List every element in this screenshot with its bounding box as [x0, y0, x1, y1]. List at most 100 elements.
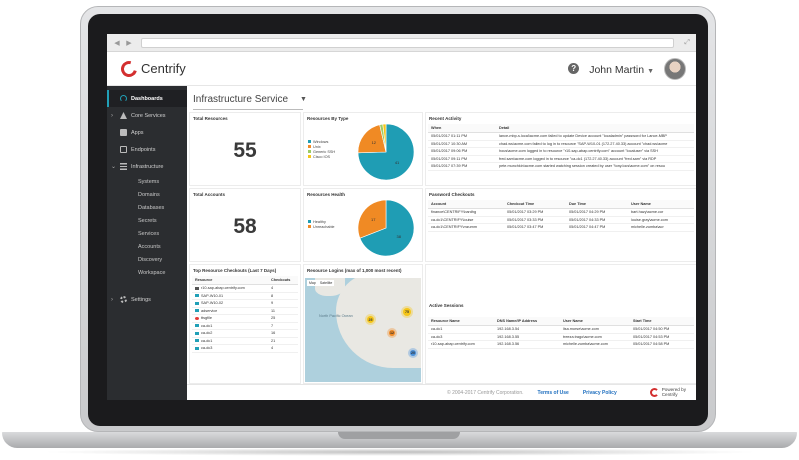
screen: ◀ ▶ ⤢ Centrify ? John Martin ▼ Dashboards…	[107, 34, 696, 400]
endpoints-icon	[120, 146, 127, 153]
widget-title: Resource Logins (max of 1,000 most recen…	[307, 268, 402, 273]
sidebar-subitem-databases[interactable]: Databases	[107, 201, 187, 214]
sidebar-subitem-accounts[interactable]: Accounts	[107, 240, 187, 253]
apps-icon	[120, 129, 127, 136]
resources-health-pie[interactable]: 38 17	[356, 198, 416, 258]
laptop-notch	[338, 432, 460, 439]
sidebar-subitem-domains[interactable]: Domains	[107, 188, 187, 201]
resources-by-type-pie[interactable]: 41 12	[356, 122, 416, 182]
sidebar-subitem-systems[interactable]: Systems	[107, 175, 187, 188]
table-row[interactable]: ca-dc1 21	[192, 337, 298, 345]
column-header[interactable]: Checkout Time	[504, 200, 566, 209]
windows-icon	[195, 309, 199, 313]
table-row[interactable]: adservice 11	[192, 307, 298, 315]
table-row[interactable]: ca-dc2 16	[192, 329, 298, 338]
table-row[interactable]: ca-dc1 7	[192, 322, 298, 330]
terms-link[interactable]: Terms of Use	[538, 390, 569, 396]
dashboard-icon	[120, 95, 127, 102]
resources-health-widget: Resources Health Healthy Unreachable 38 1…	[303, 188, 423, 262]
sidebar-subitem-services[interactable]: Services	[107, 227, 187, 240]
user-menu[interactable]: John Martin ▼	[589, 60, 654, 78]
chevron-down-icon: ▼	[300, 96, 307, 103]
sidebar: Dashboards › Core Services Apps Endpoint…	[107, 86, 187, 400]
column-header[interactable]: Start Time	[630, 317, 694, 326]
column-header[interactable]: Resource Name	[428, 317, 494, 326]
legend-item: Cisco IOS	[308, 154, 335, 159]
sidebar-subitem-secrets[interactable]: Secrets	[107, 214, 187, 227]
recent-activity-table: When Detail 05/01/2017 01:11 PM lance-mbp…	[428, 124, 694, 171]
column-header[interactable]: User Name	[628, 200, 694, 209]
help-icon[interactable]: ?	[568, 63, 580, 74]
table-row[interactable]: r10-sap-abap.centrify.com 4	[192, 284, 298, 293]
centrify-logo-icon	[118, 57, 140, 80]
widget-title: Resources By Type	[307, 116, 349, 121]
centrify-logo-icon	[649, 387, 659, 397]
resource-logins-widget: Resource Logins (max of 1,000 most recen…	[303, 264, 423, 384]
sidebar-item-label: Apps	[131, 129, 144, 136]
tab-map[interactable]: Map	[309, 281, 316, 285]
forward-icon[interactable]: ▶	[125, 39, 133, 47]
pie-slice-label: 17	[371, 217, 376, 222]
table-row[interactable]: 05/01/2017 07:39 PM pete.munchkin\acme.co…	[428, 162, 694, 171]
table-row[interactable]: ttsgfile 25	[192, 314, 298, 323]
map-cluster[interactable]: 20	[410, 350, 416, 356]
sidebar-subitem-workspace[interactable]: Workspace	[107, 266, 187, 279]
windows-icon	[195, 301, 199, 305]
table-row[interactable]: 05/01/2017 01:11 PM lance-mbp-s.local\acm…	[428, 132, 694, 141]
legend-item: Generic SSH	[308, 149, 335, 154]
map-cluster[interactable]: 75	[403, 308, 411, 316]
column-header[interactable]: Checkouts	[268, 276, 298, 285]
app-header: Centrify ? John Martin ▼	[107, 52, 696, 86]
table-row[interactable]: 05/01/2017 09:06 PM hous\acme.com logged …	[428, 147, 694, 156]
sidebar-item-label: Endpoints	[131, 146, 156, 153]
widget-title: Total Accounts	[193, 192, 226, 197]
table-row[interactable]: SAP-W10-02 9	[192, 299, 298, 308]
table-row[interactable]: ca-dc3 192.168.3.55 treeza.trago\acme.com 0…	[428, 333, 694, 341]
table-row[interactable]: ca-dc3 4	[192, 344, 298, 353]
table-row[interactable]: finance\CENTRIFY\bardhg 05/01/2017 03:29 …	[428, 208, 694, 217]
table-row[interactable]: r10-sap-abap.centrify.com 192.168.3.56 mic…	[428, 340, 694, 349]
map-cluster[interactable]: 12	[389, 330, 395, 336]
chevron-right-icon: ›	[111, 112, 113, 119]
expand-icon[interactable]: ⤢	[684, 39, 690, 47]
column-header[interactable]: DNS Name/IP Address	[494, 317, 560, 326]
windows-icon	[195, 294, 199, 298]
back-icon[interactable]: ◀	[113, 39, 121, 47]
table-row[interactable]: 05/01/2017 10:30 AM chad.ws\acme.com fail…	[428, 140, 694, 148]
map-label: North Pacific Ocean	[319, 314, 353, 318]
resources-by-type-widget: Resources By Type Windows Unix Generic S…	[303, 112, 423, 186]
password-checkouts-widget: Password Checkouts Account Checkout Time…	[425, 188, 696, 262]
table-row[interactable]: 05/01/2017 09:11 PM fred.sam\acme.com log…	[428, 155, 694, 163]
dashboard-selector[interactable]: Infrastructure Service ▼	[193, 94, 307, 105]
sidebar-item-infrastructure[interactable]: ⌄ Infrastructure	[107, 158, 187, 175]
powered-by-centrify[interactable]: Powered by Centrify	[649, 387, 686, 397]
centrify-logo[interactable]: Centrify	[118, 57, 186, 80]
column-header[interactable]: Due Time	[566, 200, 628, 209]
column-header[interactable]: When	[428, 124, 496, 133]
map-cluster[interactable]: 25	[367, 316, 374, 323]
table-row[interactable]: ca-dc1\CENTRIFY\mzumm 05/01/2017 03:47 PM…	[428, 223, 694, 232]
column-header[interactable]: Detail	[496, 124, 694, 133]
sidebar-item-apps[interactable]: Apps	[107, 124, 187, 141]
avatar[interactable]	[664, 57, 686, 80]
windows-icon	[195, 331, 199, 335]
sidebar-item-core-services[interactable]: › Core Services	[107, 107, 187, 124]
privacy-link[interactable]: Privacy Policy	[583, 390, 617, 396]
sidebar-subitem-discovery[interactable]: Discovery	[107, 253, 187, 266]
column-header[interactable]: Account	[428, 200, 504, 209]
map-type-tabs: Map Satellite	[307, 280, 335, 286]
sidebar-item-dashboards[interactable]: Dashboards	[107, 90, 187, 107]
widget-title: Top Resource Checkouts (Last 7 Days)	[193, 268, 277, 273]
table-row[interactable]: ca-dc1\CENTRIFY\louise 05/01/2017 03:33 P…	[428, 216, 694, 224]
sidebar-item-endpoints[interactable]: Endpoints	[107, 141, 187, 158]
logins-map[interactable]: Map Satellite North Pacific Ocean 75 25 …	[305, 278, 421, 382]
legend: Healthy Unreachable	[308, 219, 335, 229]
table-row[interactable]: ca-dc1 192.168.3.54 lisa.morse\acme.com 05/…	[428, 325, 694, 334]
sidebar-item-settings[interactable]: › Settings	[107, 291, 187, 308]
table-row[interactable]: SAP-W10-01 8	[192, 292, 298, 300]
windows-icon	[195, 346, 199, 350]
tab-satellite[interactable]: Satellite	[320, 281, 332, 285]
url-bar[interactable]	[141, 37, 675, 48]
column-header[interactable]: User Name	[560, 317, 630, 326]
column-header[interactable]: Resource	[192, 276, 268, 285]
